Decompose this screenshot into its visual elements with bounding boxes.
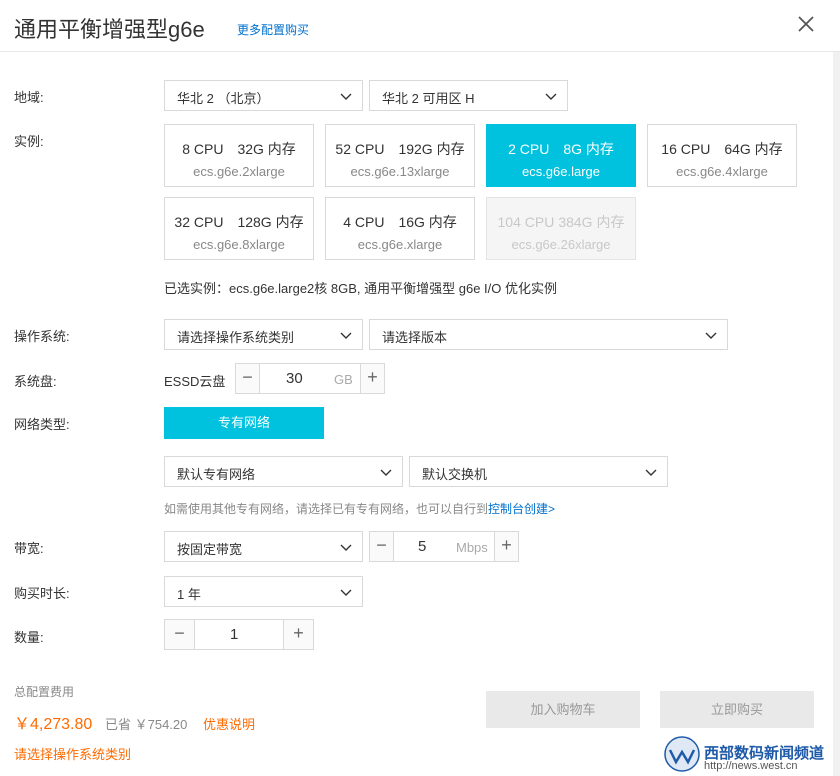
instance-card[interactable]: 4 CPU 16G 内存 ecs.g6e.xlarge <box>325 197 475 260</box>
os-type-select[interactable]: 请选择操作系统类别 <box>164 319 363 350</box>
card-cpu: 2 CPU <box>508 141 550 157</box>
disk-type: ESSD云盘 <box>164 374 226 389</box>
duration-label: 购买时长: <box>14 586 70 601</box>
chevron-down-icon <box>545 93 557 100</box>
chevron-down-icon <box>340 589 352 596</box>
scrollbar[interactable] <box>833 52 840 776</box>
zone-select[interactable]: 华北 2 可用区 H <box>369 80 568 111</box>
card-mem: 384G 内存 <box>558 214 625 230</box>
card-mem: 64G 内存 <box>724 141 783 157</box>
card-model: ecs.g6e.large <box>521 164 601 179</box>
bandwidth-stepper[interactable]: − 5 Mbps + <box>369 531 519 562</box>
quantity-value[interactable]: 1 <box>230 626 238 643</box>
os-type-value: 请选择操作系统类别 <box>177 330 295 345</box>
total-fee-label: 总配置费用 <box>14 685 75 699</box>
instance-card[interactable]: 32 CPU 128G 内存 ecs.g6e.8xlarge <box>164 197 314 260</box>
vpc-network-button[interactable]: 专有网络 <box>164 407 324 439</box>
instance-card[interactable]: 16 CPU 64G 内存 ecs.g6e.4xlarge <box>647 124 797 187</box>
plus-button[interactable]: + <box>360 364 384 393</box>
vswitch-select-value: 默认交换机 <box>422 467 488 482</box>
network-tip-text: 如需使用其他专有网络，请选择已有专有网络，也可以自行到 <box>164 502 489 516</box>
card-model: ecs.g6e.13xlarge <box>350 164 450 179</box>
chevron-down-icon <box>340 332 352 339</box>
chevron-down-icon <box>340 93 352 100</box>
card-cpu: 16 CPU <box>661 141 711 157</box>
minus-button[interactable]: − <box>165 620 195 649</box>
watermark-url: http://news.west.cn <box>704 760 798 772</box>
minus-button[interactable]: − <box>370 532 394 561</box>
vswitch-select[interactable]: 默认交换机 <box>409 456 668 487</box>
chevron-down-icon <box>705 332 717 339</box>
west-logo-icon <box>664 736 700 772</box>
console-create-link[interactable]: 控制台创建> <box>488 502 555 516</box>
card-model: ecs.g6e.2xlarge <box>193 164 285 179</box>
disk-label: 系统盘: <box>14 374 57 389</box>
os-version-select[interactable]: 请选择版本 <box>369 319 728 350</box>
disk-size-unit: GB <box>334 372 353 387</box>
region-select[interactable]: 华北 2 （北京） <box>164 80 363 111</box>
network-label: 网络类型: <box>14 417 70 432</box>
disk-size-stepper[interactable]: − 30 GB + <box>235 363 385 394</box>
card-mem: 8G 内存 <box>563 141 614 157</box>
vpc-select-value: 默认专有网络 <box>177 467 256 482</box>
instance-card-disabled: 104 CPU 384G 内存 ecs.g6e.26xlarge <box>486 197 636 260</box>
promo-link[interactable]: 优惠说明 <box>203 714 255 733</box>
duration-select[interactable]: 1 年 <box>164 576 363 607</box>
card-cpu: 32 CPU <box>174 214 224 230</box>
card-model: ecs.g6e.4xlarge <box>676 164 768 179</box>
selected-instance-summary: 已选实例：ecs.g6e.large2核 8GB, 通用平衡增强型 g6e I/… <box>164 281 557 296</box>
total-price: ￥4,273.80 <box>14 716 93 733</box>
bandwidth-mode-value: 按固定带宽 <box>177 542 243 557</box>
chevron-down-icon <box>645 469 657 476</box>
instance-card-selected[interactable]: 2 CPU 8G 内存 ecs.g6e.large <box>486 124 636 187</box>
vpc-select[interactable]: 默认专有网络 <box>164 456 403 487</box>
card-cpu: 4 CPU <box>343 214 385 230</box>
card-cpu: 52 CPU <box>335 141 385 157</box>
os-label: 操作系统: <box>14 329 70 344</box>
duration-value: 1 年 <box>177 587 201 602</box>
card-mem: 32G 内存 <box>237 141 296 157</box>
dialog-header: 通用平衡增强型g6e 更多配置购买 <box>0 0 840 52</box>
card-mem: 16G 内存 <box>398 214 457 230</box>
os-warning: 请选择操作系统类别 <box>14 747 132 762</box>
plus-button[interactable]: + <box>494 532 518 561</box>
chevron-down-icon <box>340 544 352 551</box>
bandwidth-value[interactable]: 5 <box>418 538 426 555</box>
card-cpu: 104 CPU <box>497 214 555 230</box>
card-model: ecs.g6e.26xlarge <box>511 237 611 252</box>
os-version-value: 请选择版本 <box>382 330 448 345</box>
card-mem: 128G 内存 <box>237 214 304 230</box>
quantity-label: 数量: <box>14 630 44 645</box>
instance-card[interactable]: 52 CPU 192G 内存 ecs.g6e.13xlarge <box>325 124 475 187</box>
plus-button[interactable]: + <box>283 620 313 649</box>
bandwidth-label: 带宽: <box>14 541 44 556</box>
quantity-stepper[interactable]: − 1 + <box>164 619 314 650</box>
instance-label: 实例: <box>14 134 44 149</box>
watermark: 西部数码新闻频道 http://news.west.cn <box>660 716 840 776</box>
instance-card[interactable]: 8 CPU 32G 内存 ecs.g6e.2xlarge <box>164 124 314 187</box>
disk-size-value[interactable]: 30 <box>286 370 303 387</box>
minus-button[interactable]: − <box>236 364 260 393</box>
card-cpu: 8 CPU <box>182 141 224 157</box>
region-select-value: 华北 2 （北京） <box>177 91 270 106</box>
bandwidth-mode-select[interactable]: 按固定带宽 <box>164 531 363 562</box>
more-config-link[interactable]: 更多配置购买 <box>237 21 309 38</box>
region-label: 地域: <box>14 90 44 105</box>
chevron-down-icon <box>380 469 392 476</box>
card-model: ecs.g6e.8xlarge <box>193 237 285 252</box>
close-icon[interactable] <box>796 14 816 34</box>
bandwidth-unit: Mbps <box>456 540 488 555</box>
page-title: 通用平衡增强型g6e <box>14 17 205 42</box>
network-tip: 如需使用其他专有网络，请选择已有专有网络，也可以自行到控制台创建> <box>164 500 555 517</box>
zone-select-value: 华北 2 可用区 H <box>382 91 475 106</box>
saved-amount: 已省 ￥754.20 <box>105 717 188 732</box>
card-model: ecs.g6e.xlarge <box>357 237 443 252</box>
add-cart-button[interactable]: 加入购物车 <box>486 691 640 728</box>
card-mem: 192G 内存 <box>398 141 465 157</box>
